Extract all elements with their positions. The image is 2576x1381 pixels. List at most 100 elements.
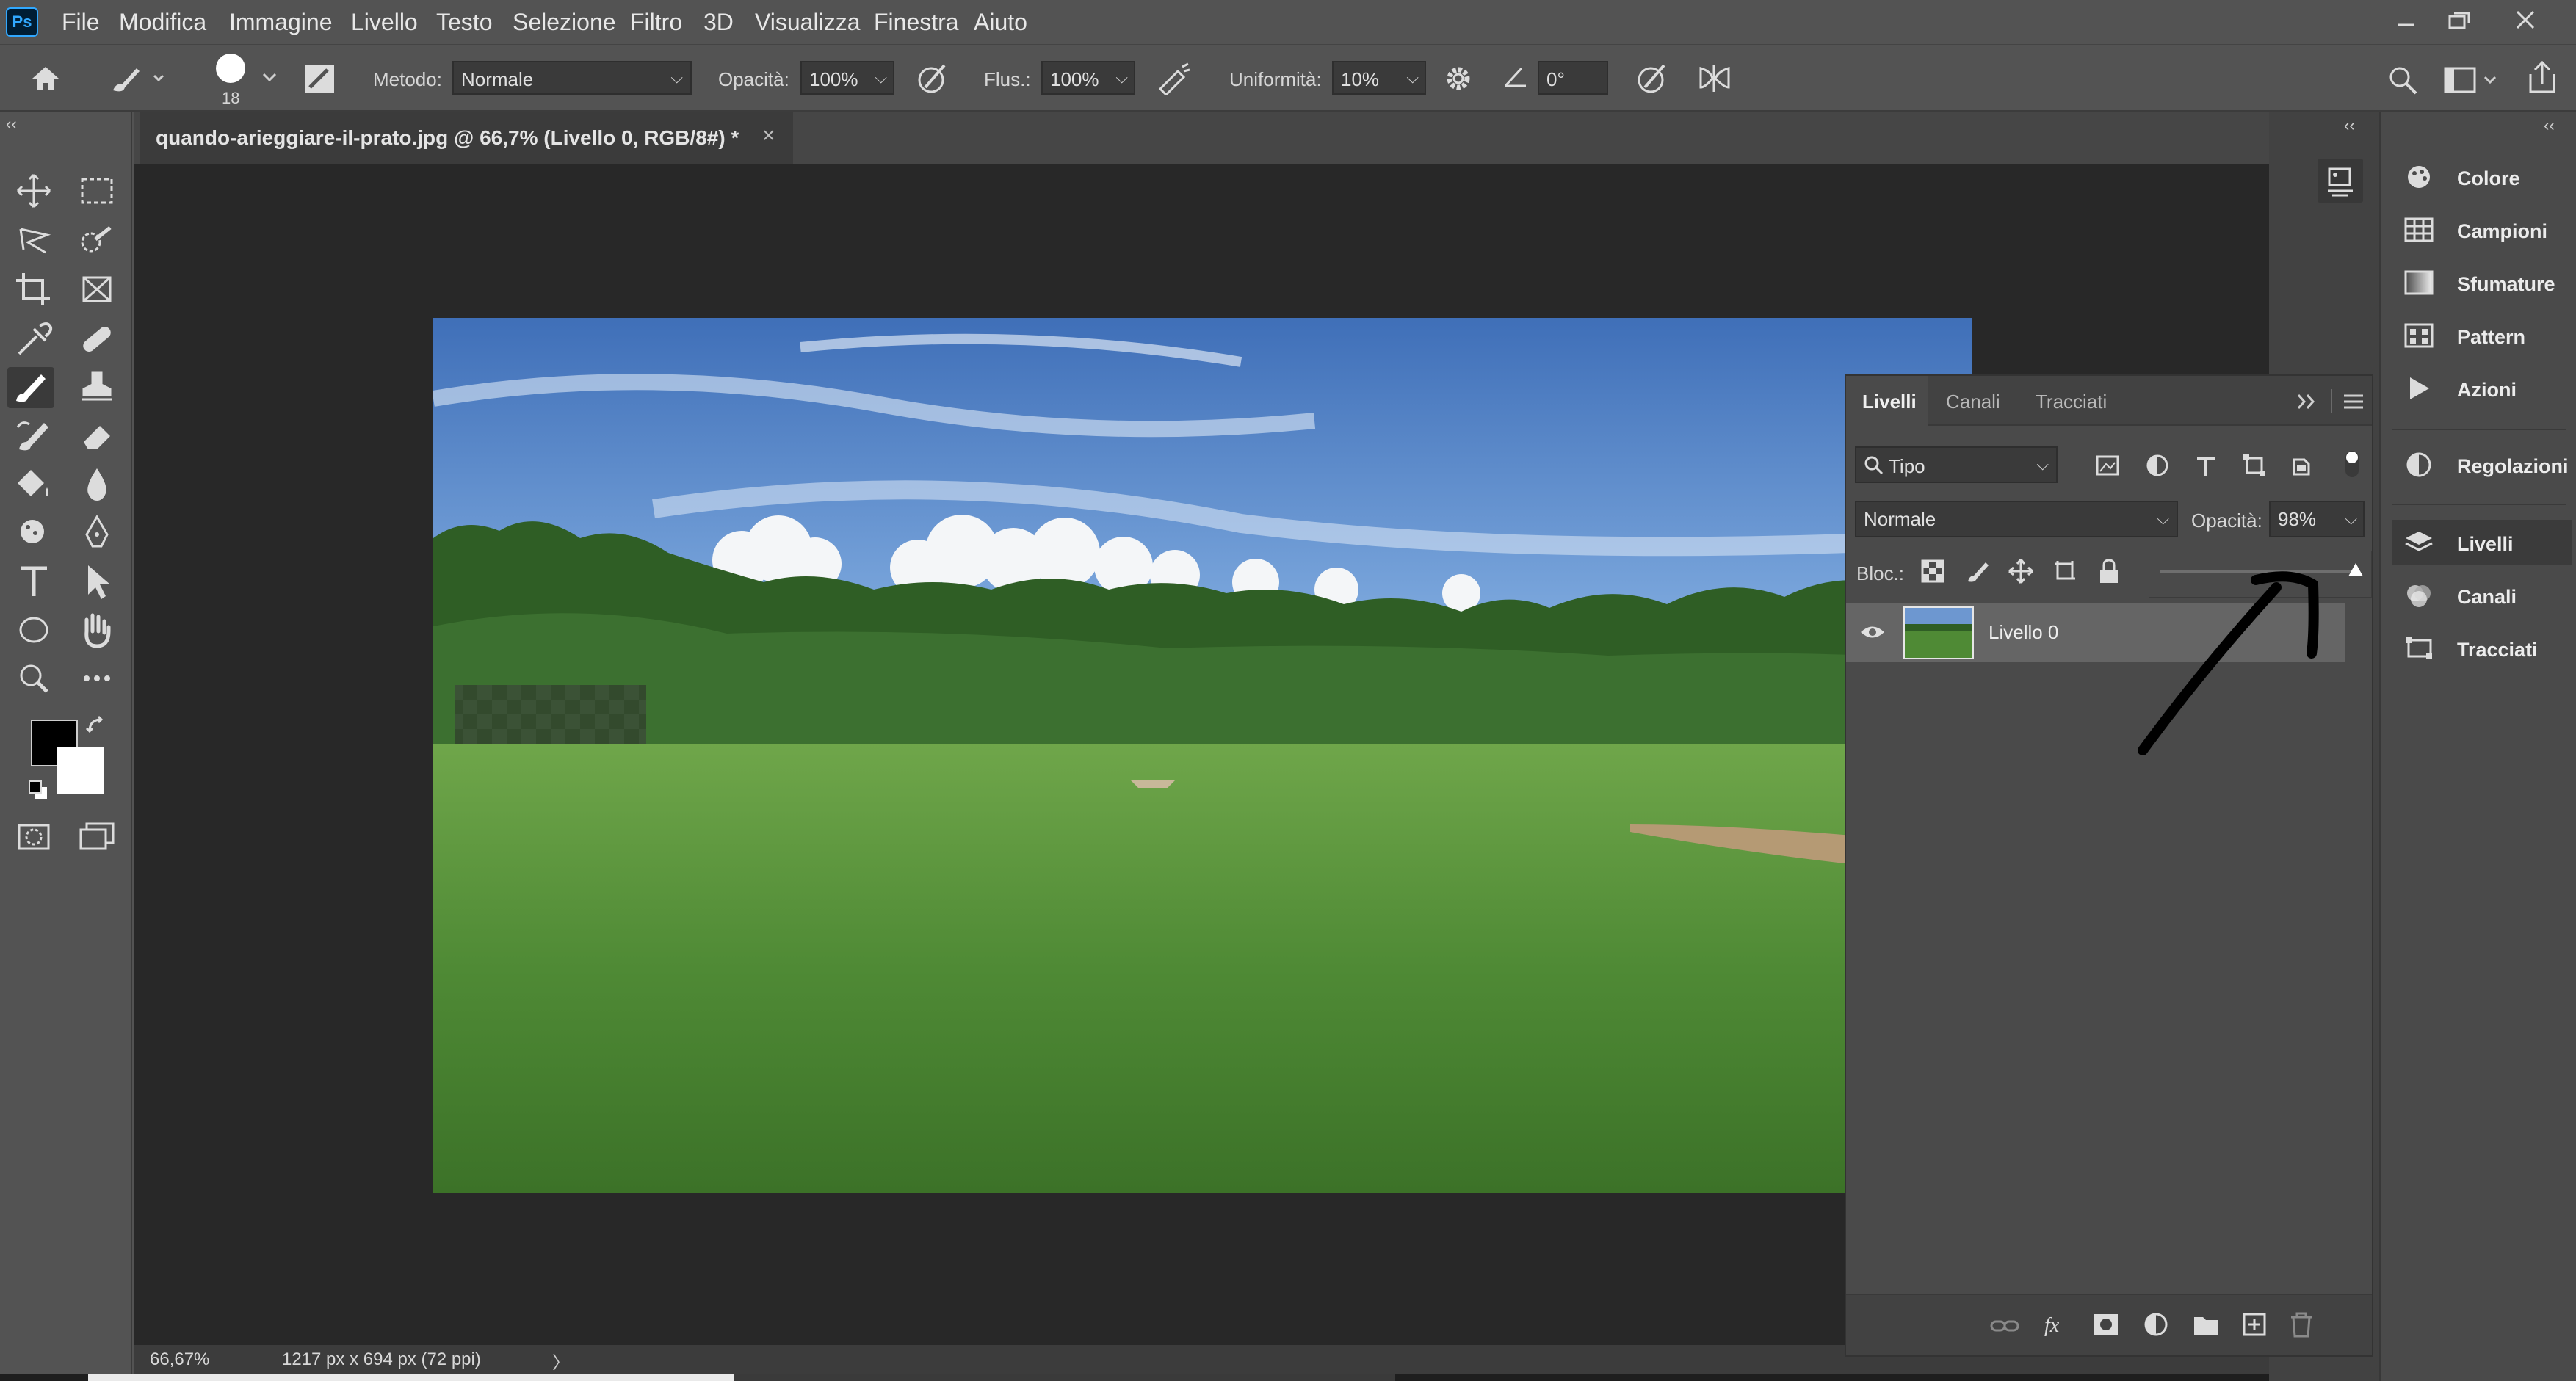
quick-selection-tool-icon[interactable] <box>73 220 120 261</box>
filter-type-icon[interactable] <box>2193 452 2219 479</box>
close-icon[interactable] <box>2504 4 2548 38</box>
paint-bucket-tool-icon[interactable] <box>10 464 57 505</box>
dock-pattern[interactable]: Pattern <box>2392 313 2572 358</box>
blend-mode-select[interactable]: Normale ⌵ <box>1855 501 2178 537</box>
lock-position-icon[interactable] <box>2008 558 2034 584</box>
swap-colors-icon[interactable] <box>85 715 109 739</box>
share-icon[interactable] <box>2526 59 2558 95</box>
lock-transparent-icon[interactable] <box>1920 558 1946 584</box>
hand-tool-icon[interactable] <box>73 609 120 650</box>
chevron-down-icon[interactable]: ⌵ <box>2345 510 2357 529</box>
menu-visualizza[interactable]: Visualizza <box>755 9 860 36</box>
dock-livelli[interactable]: Livelli <box>2392 520 2572 565</box>
chevron-down-icon[interactable]: ⌵ <box>1115 68 1128 87</box>
restore-icon[interactable] <box>2438 4 2482 38</box>
add-mask-icon[interactable] <box>2091 1311 2121 1338</box>
lock-pixels-icon[interactable] <box>1964 558 1990 584</box>
filter-pixel-icon[interactable] <box>2094 452 2121 479</box>
pen-tool-icon[interactable] <box>73 512 120 554</box>
airbrush-icon[interactable] <box>1156 61 1193 95</box>
workspace-icon[interactable] <box>2444 64 2500 96</box>
pressure-size-icon[interactable] <box>1635 61 1671 95</box>
more-tools-icon[interactable] <box>73 658 120 699</box>
gear-icon[interactable] <box>1444 64 1476 96</box>
collapse-icon[interactable]: ‹‹ <box>2344 116 2355 135</box>
panel-expand-icon[interactable] <box>2295 391 2320 413</box>
metodo-select[interactable]: Normale ⌵ <box>452 61 692 95</box>
eyedropper-tool-icon[interactable] <box>10 319 57 360</box>
menu-file[interactable]: File <box>62 9 100 36</box>
history-brush-tool-icon[interactable] <box>10 416 57 457</box>
menu-3d[interactable]: 3D <box>703 9 734 36</box>
lasso-tool-icon[interactable] <box>10 220 57 261</box>
brush-preset-icon[interactable] <box>107 61 166 96</box>
menu-selezione[interactable]: Selezione <box>513 9 616 36</box>
search-icon[interactable] <box>2387 64 2419 96</box>
menu-aiuto[interactable]: Aiuto <box>974 9 1027 36</box>
new-layer-icon[interactable] <box>2240 1311 2269 1338</box>
lock-artboard-icon[interactable] <box>2052 558 2078 584</box>
type-tool-icon[interactable] <box>10 561 57 602</box>
panel-menu-icon[interactable] <box>2341 391 2366 413</box>
tab-close-icon[interactable]: × <box>762 123 775 148</box>
opacity-field[interactable]: 98% ⌵ <box>2269 501 2365 537</box>
chevron-down-icon[interactable] <box>261 70 278 84</box>
dock-sfumature[interactable]: Sfumature <box>2392 260 2572 305</box>
clone-stamp-tool-icon[interactable] <box>73 367 120 408</box>
dodge-tool-icon[interactable] <box>10 512 57 554</box>
quick-mask-icon[interactable] <box>10 816 57 858</box>
zoom-tool-icon[interactable] <box>10 658 57 699</box>
dock-campioni[interactable]: Campioni <box>2392 207 2572 253</box>
brush-settings-icon[interactable] <box>303 62 336 95</box>
lock-all-icon[interactable] <box>2096 558 2122 584</box>
default-colors-icon[interactable] <box>26 778 50 802</box>
pressure-opacity-icon[interactable] <box>915 61 949 95</box>
menu-livello[interactable]: Livello <box>351 9 418 36</box>
brush-size-icon[interactable] <box>213 52 253 90</box>
angle-field[interactable]: 0° <box>1538 61 1608 95</box>
eraser-tool-icon[interactable] <box>73 416 120 457</box>
path-selection-tool-icon[interactable] <box>73 561 120 602</box>
menu-modifica[interactable]: Modifica <box>119 9 206 36</box>
document-tab[interactable]: quando-arieggiare-il-prato.jpg @ 66,7% (… <box>140 112 793 164</box>
dock-regolazioni[interactable]: Regolazioni <box>2392 442 2572 487</box>
chevron-down-icon[interactable]: ⌵ <box>1406 68 1419 87</box>
eye-visibility-icon[interactable] <box>1859 621 1886 643</box>
dock-azioni[interactable]: Azioni <box>2392 366 2572 411</box>
menu-immagine[interactable]: Immagine <box>229 9 333 36</box>
uniformita-field[interactable]: 10% ⌵ <box>1332 61 1426 95</box>
link-layers-icon[interactable] <box>1990 1313 2019 1339</box>
move-tool-icon[interactable] <box>10 170 57 211</box>
filter-shape-icon[interactable] <box>2241 452 2268 479</box>
layer-filter-select[interactable]: Tipo ⌵ <box>1855 446 2058 483</box>
brush-tool-icon[interactable] <box>7 367 54 408</box>
dock-colore[interactable]: Colore <box>2392 154 2572 200</box>
status-menu-arrow[interactable]: 〉 <box>552 1348 570 1374</box>
zoom-level[interactable]: 66,67% <box>150 1349 209 1370</box>
ellipse-tool-icon[interactable] <box>10 609 57 650</box>
menu-finestra[interactable]: Finestra <box>874 9 959 36</box>
new-group-folder-icon[interactable] <box>2191 1311 2221 1338</box>
chevron-down-icon[interactable]: ⌵ <box>875 68 887 87</box>
frame-tool-icon[interactable] <box>73 269 120 310</box>
collapse-icon[interactable]: ‹‹ <box>2544 116 2555 135</box>
home-icon[interactable] <box>29 62 62 95</box>
flusso-field[interactable]: 100% ⌵ <box>1041 61 1135 95</box>
symmetry-butterfly-icon[interactable] <box>1696 61 1733 95</box>
collapse-icon[interactable]: ‹‹ <box>6 115 17 134</box>
filter-adjustment-icon[interactable] <box>2144 452 2171 479</box>
healing-brush-tool-icon[interactable] <box>73 319 120 360</box>
new-adjustment-layer-icon[interactable] <box>2143 1311 2172 1338</box>
screen-mode-icon[interactable] <box>73 816 120 858</box>
filter-smart-object-icon[interactable] <box>2288 452 2315 479</box>
dock-canali[interactable]: Canali <box>2392 573 2572 618</box>
crop-tool-icon[interactable] <box>10 269 57 310</box>
menu-testo[interactable]: Testo <box>436 9 492 36</box>
layer-name[interactable]: Livello 0 <box>1989 621 2058 644</box>
dock-tracciati[interactable]: Tracciati <box>2392 626 2572 671</box>
menu-filtro[interactable]: Filtro <box>630 9 682 36</box>
blur-tool-icon[interactable] <box>73 464 120 505</box>
minimize-icon[interactable] <box>2385 4 2429 38</box>
learn-panel-icon[interactable] <box>2318 159 2363 203</box>
canvas-image[interactable] <box>433 318 1972 1193</box>
